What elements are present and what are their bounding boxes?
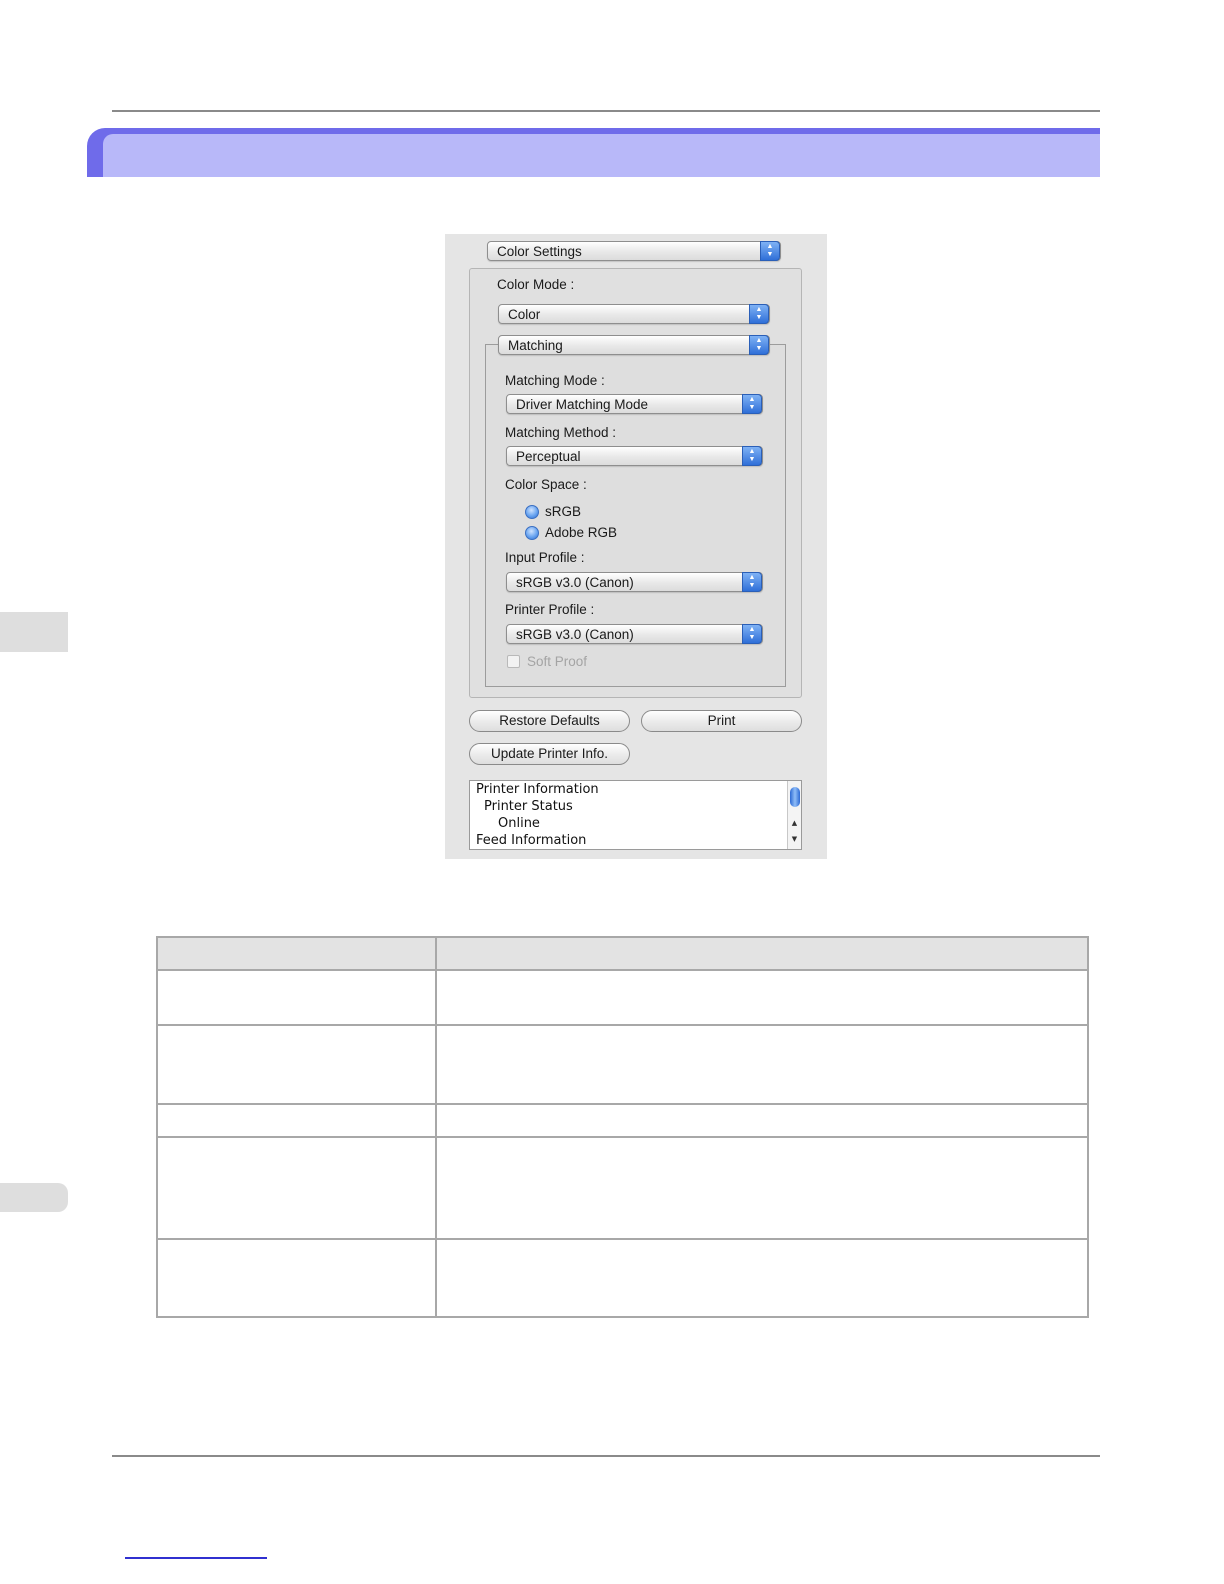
table-row-divider [156,1238,1089,1240]
popup-arrows-icon: ▲ ▼ [749,335,769,355]
restore-defaults-button[interactable]: Restore Defaults [469,710,630,732]
header-rule [112,110,1100,112]
settings-description-table [156,936,1089,1318]
table-header-row [156,936,1089,970]
scroll-down-arrow-icon[interactable]: ▼ [788,835,801,843]
matching-popup-value: Matching [508,338,563,353]
table-row-divider [156,1024,1089,1026]
table-row-divider [156,969,1089,971]
adobe-rgb-radio[interactable] [525,526,539,540]
scrollbar-thumb[interactable] [790,787,800,807]
popup-arrows-icon: ▲ ▼ [742,572,762,592]
panel-select-popup[interactable]: Color Settings ▲ ▼ [487,241,781,261]
srgb-radio-label: sRGB [545,504,582,519]
table-border-left [156,936,158,1318]
scroll-up-arrow-icon[interactable]: ▲ [788,819,801,827]
soft-proof-checkbox[interactable] [507,655,520,668]
print-button[interactable]: Print [641,710,802,732]
matching-mode-popup[interactable]: Driver Matching Mode ▲ ▼ [506,394,763,414]
popup-arrows-icon: ▲ ▼ [760,241,780,261]
table-column-divider [435,936,437,1318]
info-line-online: Online [498,816,540,831]
popup-arrows-icon: ▲ ▼ [742,446,762,466]
table-border-right [1087,936,1089,1318]
color-mode-popup[interactable]: Color ▲ ▼ [498,304,770,324]
popup-arrows-icon: ▲ ▼ [742,624,762,644]
srgb-radio[interactable] [525,505,539,519]
color-mode-value: Color [508,307,541,322]
input-profile-value: sRGB v3.0 (Canon) [516,575,634,590]
matching-mode-value: Driver Matching Mode [516,397,649,412]
adobe-rgb-radio-label: Adobe RGB [545,525,618,540]
info-line-feed-information: Feed Information [476,833,587,848]
footer-link-underline[interactable] [125,1557,267,1559]
color-space-label: Color Space : [505,477,587,492]
info-line-printer-status: Printer Status [484,799,573,814]
chapter-side-tab[interactable] [0,612,68,652]
table-row-divider [156,1136,1089,1138]
section-title-bar-fill [103,134,1100,177]
update-printer-info-button[interactable]: Update Printer Info. [469,743,630,765]
popup-arrows-icon: ▲ ▼ [749,304,769,324]
panel-select-label: Color Settings [497,244,582,259]
printer-info-list[interactable]: Printer Information Printer Status Onlin… [469,780,802,850]
info-list-scrollbar[interactable]: ▲ ▼ [787,781,801,849]
printer-profile-label: Printer Profile : [505,602,595,617]
table-row-divider [156,1103,1089,1105]
matching-popup[interactable]: Matching ▲ ▼ [498,335,770,355]
matching-method-popup[interactable]: Perceptual ▲ ▼ [506,446,763,466]
input-profile-label: Input Profile : [505,550,585,565]
section-title-bar [87,128,1100,177]
footer-rule [112,1455,1100,1457]
table-border-top [156,936,1089,938]
printer-profile-value: sRGB v3.0 (Canon) [516,627,634,642]
matching-mode-label: Matching Mode : [505,373,605,388]
popup-arrows-icon: ▲ ▼ [742,394,762,414]
printer-profile-popup[interactable]: sRGB v3.0 (Canon) ▲ ▼ [506,624,763,644]
soft-proof-label: Soft Proof [527,654,588,669]
matching-method-label: Matching Method : [505,425,617,440]
index-side-tab[interactable] [0,1183,68,1212]
table-border-bottom [156,1316,1089,1318]
color-settings-dialog: Color Settings ▲ ▼ Color Mode : Color ▲ ▼ … [445,234,827,859]
color-mode-label: Color Mode : [497,277,575,292]
input-profile-popup[interactable]: sRGB v3.0 (Canon) ▲ ▼ [506,572,763,592]
info-line-printer-information: Printer Information [476,782,599,797]
matching-method-value: Perceptual [516,449,581,464]
